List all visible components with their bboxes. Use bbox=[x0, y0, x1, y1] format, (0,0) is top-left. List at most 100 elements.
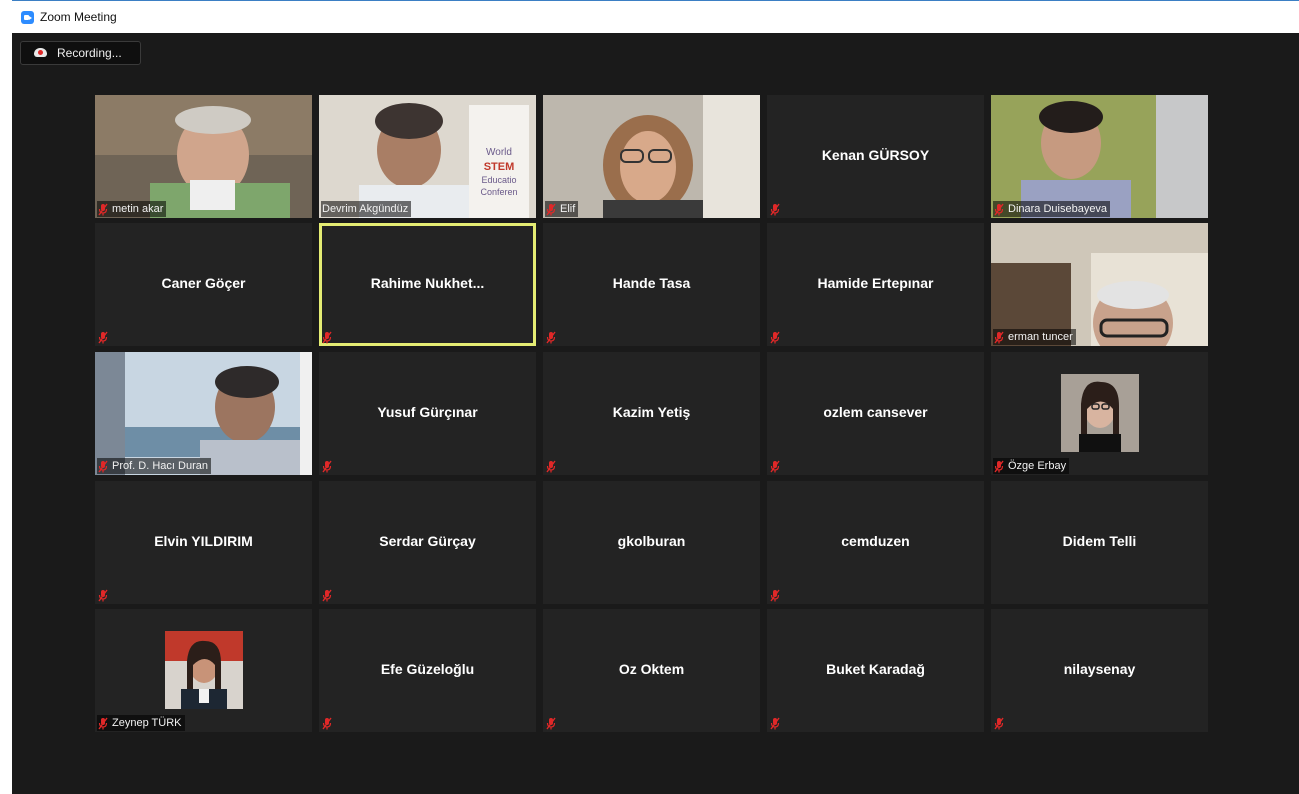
participant-footer bbox=[545, 329, 563, 345]
muted-mic-icon bbox=[994, 717, 1004, 730]
muted-mic-icon bbox=[770, 203, 780, 216]
svg-text:Conferen: Conferen bbox=[480, 187, 517, 197]
participant-video bbox=[991, 223, 1208, 346]
window-title: Zoom Meeting bbox=[40, 10, 117, 24]
participant-display-name: gkolburan bbox=[617, 533, 686, 549]
muted-mic-icon bbox=[98, 203, 108, 216]
participant-tile[interactable]: Elvin YILDIRIM bbox=[95, 481, 312, 604]
participant-display-name: cemduzen bbox=[841, 533, 910, 549]
participant-footer: metin akar bbox=[97, 201, 167, 217]
participant-video: World STEM Educatio Conferen bbox=[319, 95, 536, 218]
muted-mic-icon bbox=[770, 331, 780, 344]
svg-text:Educatio: Educatio bbox=[481, 175, 516, 185]
participant-footer bbox=[545, 715, 563, 731]
participant-tile[interactable]: Kenan GÜRSOY bbox=[767, 95, 984, 218]
participant-footer bbox=[769, 715, 787, 731]
participant-tile[interactable]: Didem Telli bbox=[991, 481, 1208, 604]
participant-name-label: Dinara Duisebayeva bbox=[1008, 203, 1108, 215]
participant-tile[interactable]: nilaysenay bbox=[991, 609, 1208, 732]
participant-display-name: ozlem cansever bbox=[823, 404, 928, 420]
participant-tile[interactable]: gkolburan bbox=[543, 481, 760, 604]
participant-footer: Zeynep TÜRK bbox=[97, 715, 185, 731]
participant-name-label: Prof. D. Hacı Duran bbox=[112, 460, 208, 472]
participant-tile[interactable]: Hamide Ertepınar bbox=[767, 223, 984, 346]
muted-mic-icon bbox=[770, 717, 780, 730]
participant-display-name: Efe Güzeloğlu bbox=[380, 661, 475, 677]
participant-display-name: Rahime Nukhet... bbox=[370, 275, 485, 291]
muted-mic-icon bbox=[322, 717, 332, 730]
participant-tile[interactable]: Elif bbox=[543, 95, 760, 218]
participant-display-name: Kazim Yetiş bbox=[612, 404, 691, 420]
participant-tile[interactable]: erman tuncer bbox=[991, 223, 1208, 346]
participant-video bbox=[95, 95, 312, 218]
participant-avatar bbox=[165, 631, 243, 709]
participant-tile[interactable]: metin akar bbox=[95, 95, 312, 218]
participant-display-name: Kenan GÜRSOY bbox=[821, 147, 930, 163]
participant-tile[interactable]: Dinara Duisebayeva bbox=[991, 95, 1208, 218]
participant-name-label: erman tuncer bbox=[1008, 331, 1073, 343]
participant-footer: Özge Erbay bbox=[993, 458, 1070, 474]
participant-display-name: Yusuf Gürçınar bbox=[377, 404, 478, 420]
participant-video bbox=[991, 95, 1208, 218]
participant-footer: Devrim Akgündüz bbox=[321, 201, 412, 217]
muted-mic-icon bbox=[98, 331, 108, 344]
participant-display-name: Buket Karadağ bbox=[826, 661, 925, 677]
title-bar: Zoom Meeting bbox=[12, 0, 1299, 33]
muted-mic-icon bbox=[98, 717, 108, 730]
participant-name-label: metin akar bbox=[112, 203, 164, 215]
participant-name-label: Elif bbox=[560, 203, 576, 215]
participant-tile[interactable]: Prof. D. Hacı Duran bbox=[95, 352, 312, 475]
muted-mic-icon bbox=[546, 717, 556, 730]
muted-mic-icon bbox=[770, 460, 780, 473]
participant-tile[interactable]: Buket Karadağ bbox=[767, 609, 984, 732]
participant-footer bbox=[545, 458, 563, 474]
participant-footer bbox=[769, 458, 787, 474]
zoom-logo-icon bbox=[21, 11, 34, 24]
participant-display-name: Elvin YILDIRIM bbox=[154, 533, 253, 549]
muted-mic-icon bbox=[994, 331, 1004, 344]
participant-footer: Dinara Duisebayeva bbox=[993, 201, 1111, 217]
participant-tile[interactable]: Kazim Yetiş bbox=[543, 352, 760, 475]
participant-name-label: Devrim Akgündüz bbox=[322, 203, 409, 215]
participant-footer bbox=[97, 587, 115, 603]
participant-tile[interactable]: Serdar Gürçay bbox=[319, 481, 536, 604]
participant-footer: Prof. D. Hacı Duran bbox=[97, 458, 211, 474]
muted-mic-icon bbox=[994, 460, 1004, 473]
participant-tile[interactable]: ozlem cansever bbox=[767, 352, 984, 475]
participant-display-name: Hande Tasa bbox=[612, 275, 691, 291]
participant-display-name: Hamide Ertepınar bbox=[817, 275, 934, 291]
participant-tile[interactable]: cemduzen bbox=[767, 481, 984, 604]
participant-footer bbox=[769, 587, 787, 603]
muted-mic-icon bbox=[322, 460, 332, 473]
participant-tile[interactable]: Rahime Nukhet... bbox=[319, 223, 536, 346]
svg-text:World: World bbox=[486, 147, 512, 158]
svg-text:STEM: STEM bbox=[484, 161, 515, 173]
participant-footer bbox=[321, 458, 339, 474]
participant-footer: erman tuncer bbox=[993, 329, 1076, 345]
participant-footer bbox=[97, 329, 115, 345]
participant-tile[interactable]: Yusuf Gürçınar bbox=[319, 352, 536, 475]
muted-mic-icon bbox=[994, 203, 1004, 216]
participant-tile[interactable]: Özge Erbay bbox=[991, 352, 1208, 475]
participant-display-name: Caner Göçer bbox=[161, 275, 246, 291]
participant-tile[interactable]: Caner Göçer bbox=[95, 223, 312, 346]
participant-tile[interactable]: Oz Oktem bbox=[543, 609, 760, 732]
participant-footer bbox=[321, 329, 339, 345]
participant-footer bbox=[769, 329, 787, 345]
cloud-record-icon bbox=[34, 48, 47, 57]
participant-display-name: Oz Oktem bbox=[618, 661, 685, 677]
participant-tile[interactable]: Efe Güzeloğlu bbox=[319, 609, 536, 732]
muted-mic-icon bbox=[546, 460, 556, 473]
muted-mic-icon bbox=[546, 203, 556, 216]
participant-tile[interactable]: World STEM Educatio Conferen Devrim Akgündüz bbox=[319, 95, 536, 218]
participant-video bbox=[543, 95, 760, 218]
participant-footer bbox=[321, 587, 339, 603]
participant-avatar bbox=[1061, 374, 1139, 454]
meeting-gallery: Recording... metin akar World STEM Educatio… bbox=[12, 33, 1299, 794]
recording-indicator[interactable]: Recording... bbox=[20, 41, 141, 65]
muted-mic-icon bbox=[322, 589, 332, 602]
participant-name-label: Zeynep TÜRK bbox=[112, 717, 182, 729]
participant-tile[interactable]: Zeynep TÜRK bbox=[95, 609, 312, 732]
participant-footer bbox=[993, 715, 1011, 731]
participant-tile[interactable]: Hande Tasa bbox=[543, 223, 760, 346]
